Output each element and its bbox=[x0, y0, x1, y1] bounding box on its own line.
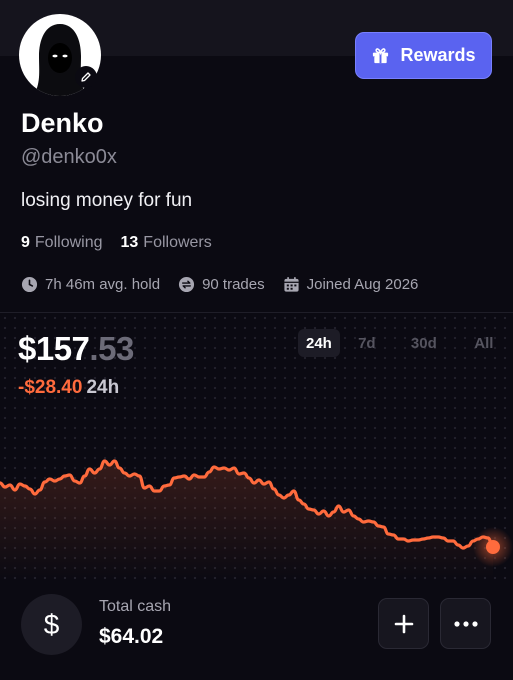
timeframe-tabs: 24h 7d 30d All bbox=[298, 329, 508, 357]
more-options-button[interactable] bbox=[440, 598, 491, 649]
more-icon bbox=[453, 620, 478, 627]
cash-value: $64.02 bbox=[99, 625, 164, 648]
chart-end-dot bbox=[486, 540, 500, 554]
following-link[interactable]: 9 Following bbox=[21, 234, 103, 252]
followers-count: 13 bbox=[120, 234, 139, 251]
tab-all[interactable]: All bbox=[460, 329, 508, 357]
edit-avatar-button[interactable] bbox=[75, 66, 97, 88]
dollar-icon: $ bbox=[21, 594, 82, 655]
stat-joined: Joined Aug 2026 bbox=[283, 276, 419, 293]
follow-counts: 9 Following 13 Followers bbox=[21, 234, 212, 252]
stat-trades: 90 trades bbox=[178, 276, 265, 293]
following-count: 9 bbox=[21, 234, 30, 251]
tab-30d[interactable]: 30d bbox=[394, 329, 454, 357]
portfolio-chart bbox=[0, 459, 513, 580]
balance-whole: $157 bbox=[18, 330, 90, 367]
profile-handle: @denko0x bbox=[21, 146, 117, 168]
pencil-icon bbox=[81, 72, 91, 82]
followers-label: Followers bbox=[143, 234, 212, 251]
joined-text: Joined Aug 2026 bbox=[306, 276, 419, 293]
following-label: Following bbox=[34, 234, 103, 251]
change-period: 24h bbox=[86, 377, 120, 398]
profile-stats: 7h 46m avg. hold 90 trades Joined Aug 20… bbox=[21, 276, 418, 293]
plus-icon bbox=[394, 614, 413, 633]
stat-avg-hold: 7h 46m avg. hold bbox=[21, 276, 160, 293]
balance-cents: .53 bbox=[89, 330, 134, 367]
portfolio-change: -$28.40 24h bbox=[18, 377, 119, 399]
followers-link[interactable]: 13 Followers bbox=[121, 234, 212, 252]
gift-icon bbox=[373, 48, 389, 64]
trades-text: 90 trades bbox=[202, 276, 265, 293]
portfolio-balance: $157.53 bbox=[18, 330, 134, 368]
clock-icon bbox=[21, 276, 38, 293]
profile-name: Denko bbox=[21, 108, 104, 138]
swap-icon bbox=[179, 276, 195, 293]
change-value: -$28.40 bbox=[18, 377, 83, 398]
tab-24h[interactable]: 24h bbox=[298, 329, 340, 357]
rewards-label: Rewards bbox=[400, 45, 476, 65]
cash-label: Total cash bbox=[99, 598, 172, 615]
avg-hold-text: 7h 46m avg. hold bbox=[45, 276, 161, 293]
add-button[interactable] bbox=[378, 598, 429, 649]
rewards-button[interactable]: Rewards bbox=[355, 32, 492, 79]
profile-bio: losing money for fun bbox=[21, 190, 193, 211]
calendar-icon bbox=[284, 276, 299, 292]
profile-avatar[interactable] bbox=[19, 14, 101, 96]
tab-7d[interactable]: 7d bbox=[346, 329, 388, 357]
